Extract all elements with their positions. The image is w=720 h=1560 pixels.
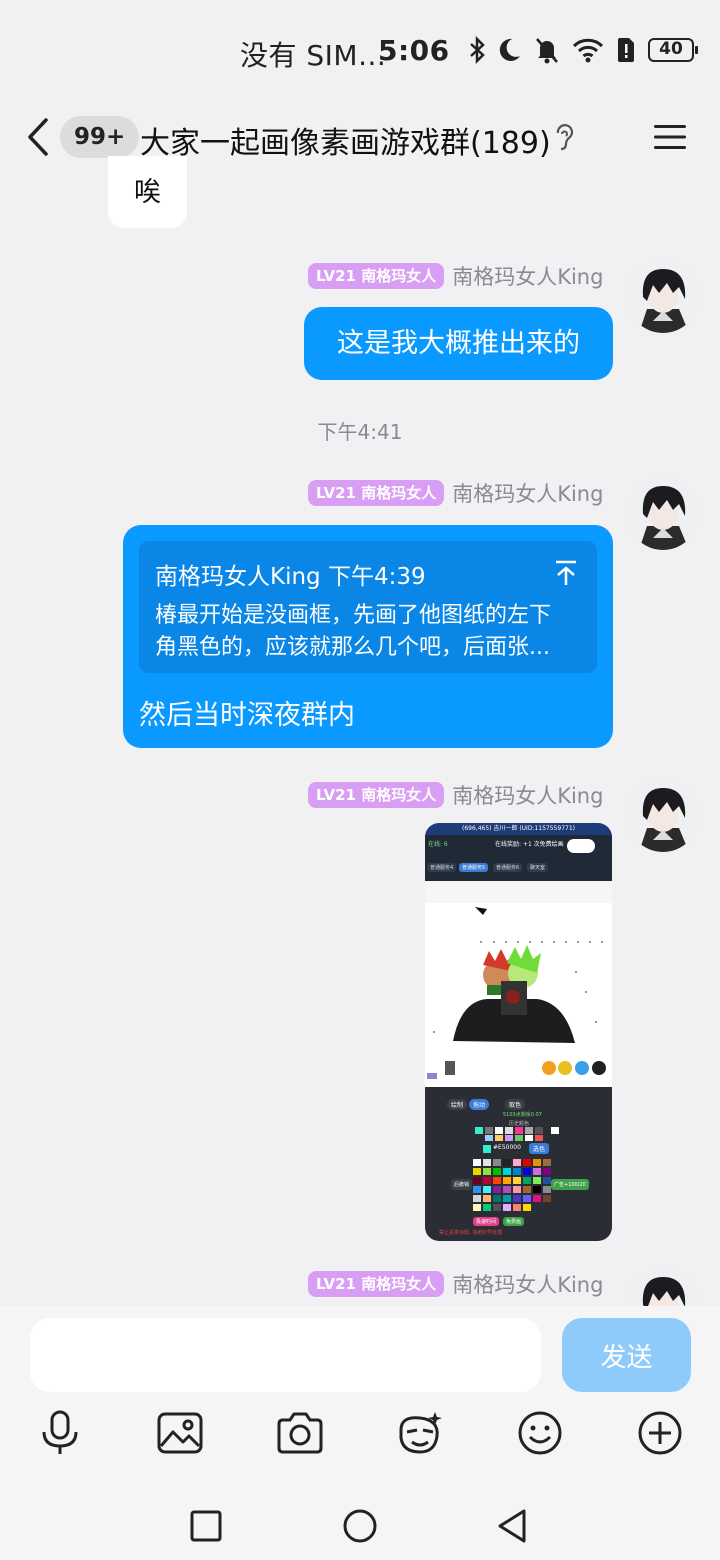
level-badge: LV21 南格玛女人 xyxy=(308,1271,445,1297)
game-tab: 普通服务4 xyxy=(427,863,457,872)
emoji-icon[interactable] xyxy=(515,1408,565,1458)
sender-row: LV21 南格玛女人 南格玛女人King xyxy=(308,261,603,291)
game-online: 在线: 6 xyxy=(428,841,448,848)
avatar-image xyxy=(627,478,699,550)
quote-meta: 南格玛女人King 下午4:39 xyxy=(155,564,426,590)
game-remaining: 5103点剩余0.07 xyxy=(503,1112,542,1118)
avatar-image xyxy=(627,1269,699,1306)
color-palette-panel: 绘制 拖动 取色 5103点剩余0.07 历史颜色 #E50000 选色 后撤销 xyxy=(425,1087,612,1241)
avatar-image xyxy=(627,261,699,333)
quote-text-line: 椿最开始是没画框，先画了他图纸的左下 xyxy=(155,603,552,628)
image-message[interactable]: (696,465) 吉川一郎 (UID:1157559771) 在线: 6 在线… xyxy=(425,823,612,1241)
system-back-icon[interactable] xyxy=(494,1506,534,1546)
clock: 5:06 xyxy=(378,34,450,67)
sticker-icon[interactable] xyxy=(395,1408,445,1458)
group-title[interactable]: 大家一起画像素画游戏群(189) xyxy=(140,118,551,162)
sim-status: 没有 SIM... xyxy=(240,39,387,72)
avatar[interactable] xyxy=(627,478,699,550)
game-history-label: 历史颜色 xyxy=(509,1121,530,1127)
sender-row: LV21 南格玛女人 南格玛女人King xyxy=(308,478,603,508)
sender-name[interactable]: 南格玛女人King xyxy=(452,261,603,291)
avatar-image xyxy=(627,780,699,852)
level-badge: LV21 南格玛女人 xyxy=(308,263,445,289)
ear-mode-icon[interactable] xyxy=(552,122,576,152)
status-bar: 没有 SIM... 5:06 40 xyxy=(0,0,720,100)
game-toolbar: 在线: 6 在线奖励: +1 次免费绘画 普通服务4 普通服务5 普通服务6 聊… xyxy=(425,835,612,881)
battery-indicator: 40 xyxy=(648,38,698,62)
game-pick: 选色 xyxy=(529,1143,550,1154)
game-tab: 聊天室 xyxy=(527,863,549,872)
mic-icon[interactable] xyxy=(35,1408,85,1458)
image-icon[interactable] xyxy=(155,1408,205,1458)
camera-icon[interactable] xyxy=(275,1408,325,1458)
game-tab: 普通服务6 xyxy=(493,863,523,872)
level-badge: LV21 南格玛女人 xyxy=(308,480,445,506)
pixel-canvas xyxy=(425,881,612,1087)
sender-name[interactable]: 南格玛女人King xyxy=(452,780,603,810)
jump-to-quote-icon[interactable] xyxy=(553,559,579,587)
menu-icon[interactable] xyxy=(652,122,688,152)
game-tool-color: 取色 xyxy=(505,1099,526,1110)
back-arrow-icon[interactable] xyxy=(22,116,56,158)
game-tab: 普通服务5 xyxy=(459,863,489,872)
reply-message-bubble[interactable]: 南格玛女人King 下午4:39 椿最开始是没画框，先画了他图纸的左下 角黑色的… xyxy=(123,525,613,748)
sim-alert-icon xyxy=(618,38,634,62)
history-swatches xyxy=(475,1127,559,1141)
game-undo: 后撤销 xyxy=(451,1179,473,1190)
game-free: 免费画 xyxy=(503,1217,525,1226)
plus-icon[interactable] xyxy=(635,1408,685,1458)
avatar[interactable] xyxy=(627,261,699,333)
message-input[interactable] xyxy=(30,1318,541,1392)
color-grid xyxy=(473,1159,551,1211)
sender-row: LV21 南格玛女人 南格玛女人King xyxy=(308,780,603,810)
level-badge: LV21 南格玛女人 xyxy=(308,782,445,808)
bluetooth-icon xyxy=(470,36,485,64)
status-icons: 40 xyxy=(468,36,698,64)
avatar[interactable] xyxy=(627,1269,699,1306)
message-bubble[interactable]: 这是我大概推出来的 xyxy=(304,307,613,380)
game-fast: 极速时间 xyxy=(473,1217,500,1226)
quoted-message[interactable]: 南格玛女人King 下午4:39 椿最开始是没画框，先画了他图纸的左下 角黑色的… xyxy=(139,541,597,673)
sender-name[interactable]: 南格玛女人King xyxy=(452,478,603,508)
unread-count-badge[interactable]: 99+ xyxy=(60,116,140,158)
recents-icon[interactable] xyxy=(186,1506,226,1546)
game-footer: 禁止恶意涂鸦, 违者封号处理 xyxy=(439,1230,503,1236)
quote-text-line: 角黑色的，应该就那么几个吧，后面张... xyxy=(155,635,550,660)
input-area: 发送 xyxy=(0,1306,720,1560)
game-ad: 广告+100/20 xyxy=(551,1179,589,1190)
sender-name[interactable]: 南格玛女人King xyxy=(452,1269,603,1299)
sender-row: LV21 南格玛女人 南格玛女人King xyxy=(308,1269,603,1299)
message-bubble-partial[interactable]: 唉 xyxy=(108,156,187,228)
game-hex: #E50000 xyxy=(493,1144,521,1151)
wifi-icon xyxy=(572,38,604,63)
home-icon[interactable] xyxy=(340,1506,380,1546)
game-tool-draw: 绘制 xyxy=(447,1099,468,1110)
game-coords-bar: (696,465) 吉川一郎 (UID:1157559771) xyxy=(425,823,612,835)
current-color-swatch xyxy=(483,1145,491,1153)
game-tool-move: 拖动 xyxy=(469,1099,490,1110)
mute-bell-icon xyxy=(536,38,558,64)
moon-icon xyxy=(499,38,520,61)
send-button[interactable]: 发送 xyxy=(562,1318,691,1392)
game-reward: 在线奖励: +1 次免费绘画 xyxy=(495,841,564,848)
miniprogram-capsule xyxy=(567,839,595,853)
time-separator: 下午4:41 xyxy=(317,420,403,444)
reply-text: 然后当时深夜群内 xyxy=(139,700,355,731)
avatar[interactable] xyxy=(627,780,699,852)
